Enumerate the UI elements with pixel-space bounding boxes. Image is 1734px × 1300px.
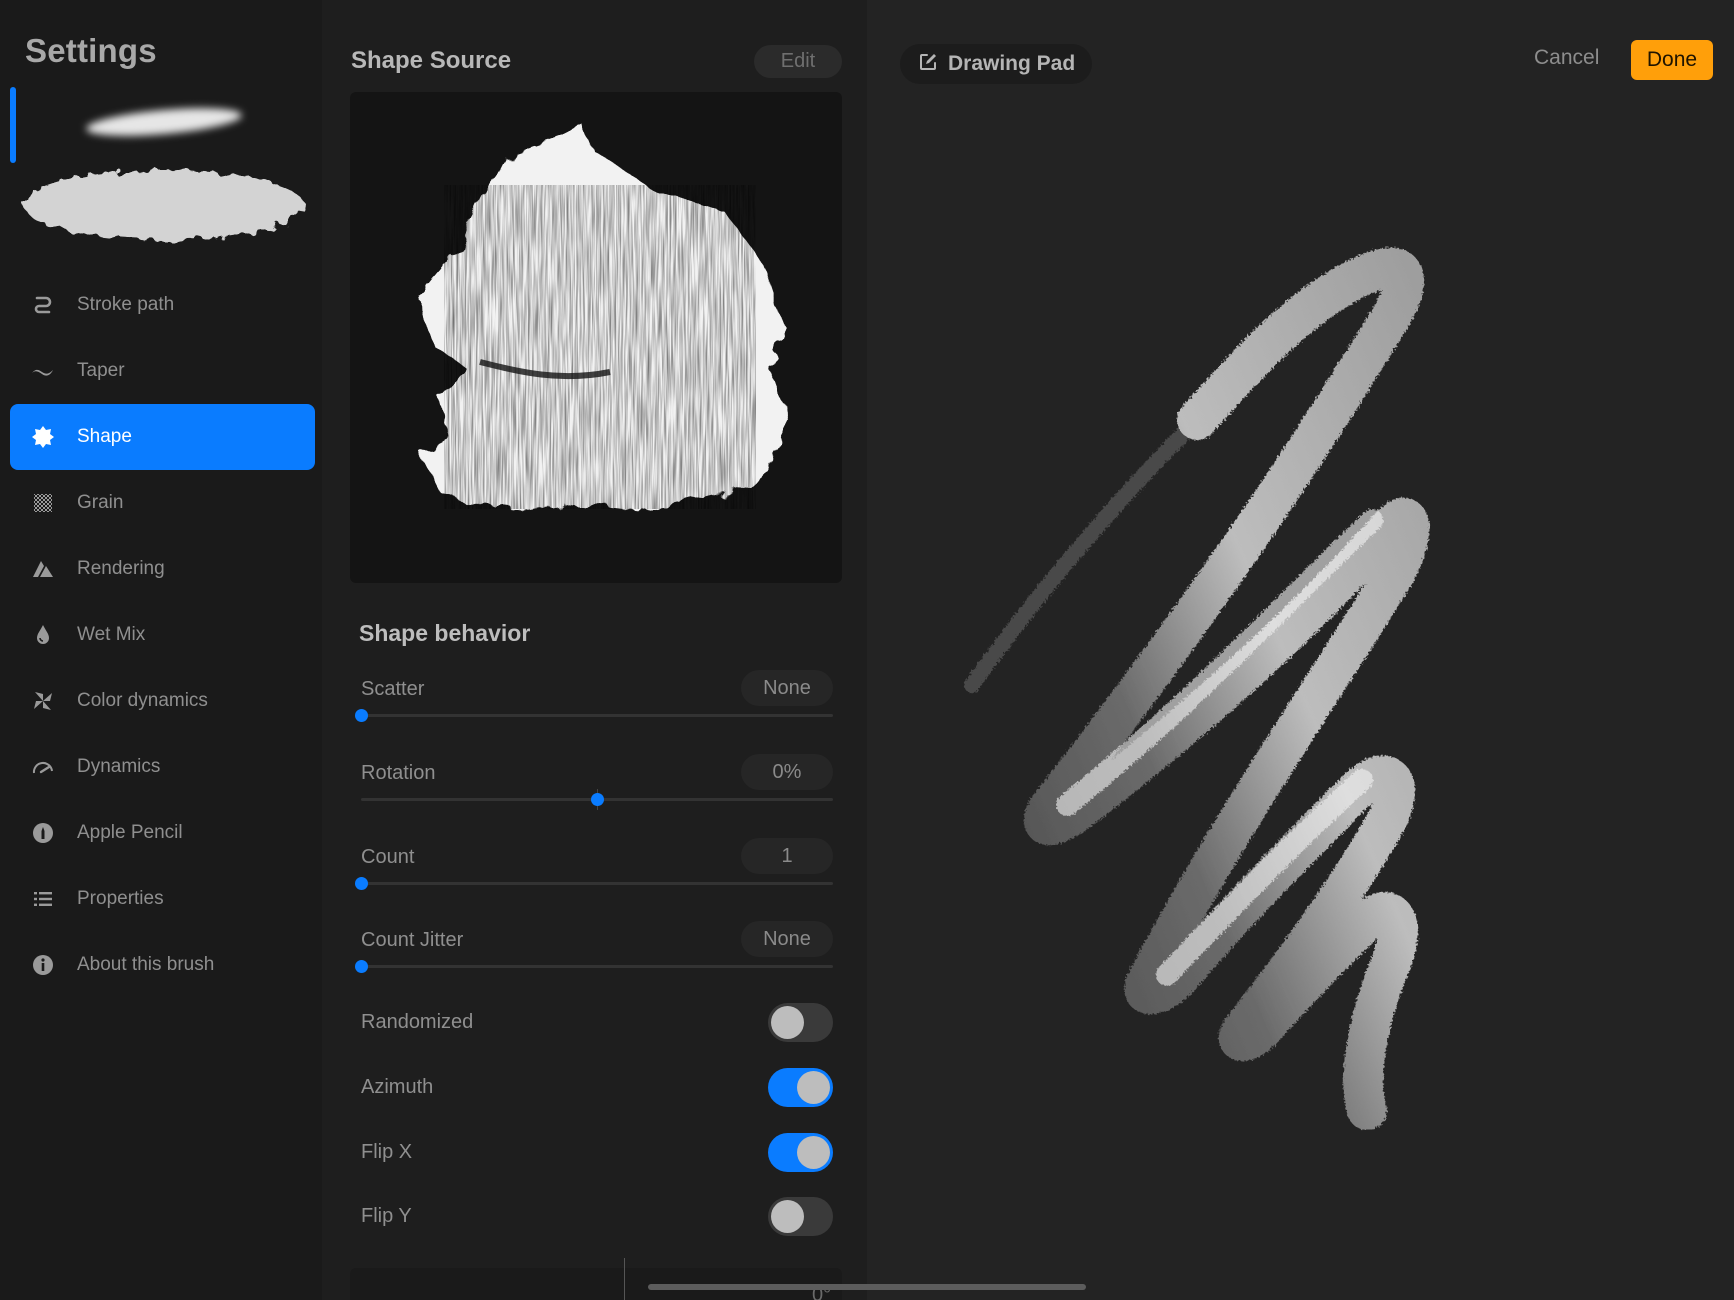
card-divider: [624, 1258, 625, 1300]
sidebar-item-label: Grain: [77, 492, 124, 513]
sidebar-item-properties[interactable]: Properties: [10, 866, 315, 932]
sidebar-title: Settings: [25, 32, 157, 69]
count-value[interactable]: 1: [741, 838, 833, 874]
randomized-toggle[interactable]: [768, 1003, 833, 1042]
randomized-row: Randomized: [361, 1003, 833, 1043]
rotation-label: Rotation: [361, 762, 436, 784]
scatter-value[interactable]: None: [741, 670, 833, 706]
brush-stroke-preview: [86, 108, 242, 136]
wet-mix-icon: [31, 623, 55, 647]
sidebar-item-color-dynamics[interactable]: Color dynamics: [10, 668, 315, 734]
brush-stroke: [1024, 247, 1430, 1130]
sidebar-item-shape[interactable]: Shape: [10, 404, 315, 470]
sidebar-item-label: Dynamics: [77, 756, 161, 777]
shape-icon: [31, 425, 55, 449]
sidebar-item-label: Rendering: [77, 558, 165, 579]
dynamics-icon: [31, 755, 55, 779]
toggle-knob: [771, 1200, 804, 1233]
count-jitter-slider[interactable]: [355, 960, 833, 973]
edit-shape-source-button[interactable]: Edit: [754, 45, 842, 78]
rotation-slider-row: Rotation 0%: [361, 754, 833, 832]
brush-preview[interactable]: [14, 90, 314, 250]
count-jitter-slider-row: Count Jitter None: [355, 921, 833, 999]
drawing-pad-button[interactable]: Drawing Pad: [900, 44, 1092, 84]
flip-y-row: Flip Y: [361, 1197, 833, 1237]
scatter-slider-row: Scatter None: [355, 670, 833, 748]
toggle-knob: [771, 1006, 804, 1039]
sidebar-item-dynamics[interactable]: Dynamics: [10, 734, 315, 800]
sidebar-item-label: Properties: [77, 888, 164, 909]
sidebar-item-apple-pencil[interactable]: Apple Pencil: [10, 800, 315, 866]
scatter-label: Scatter: [361, 678, 425, 700]
apple-pencil-icon: [31, 821, 55, 845]
flip-x-toggle[interactable]: [768, 1133, 833, 1172]
sidebar-item-label: Wet Mix: [77, 624, 146, 645]
sidebar-item-taper[interactable]: Taper: [10, 338, 315, 404]
sidebar-item-grain[interactable]: Grain: [10, 470, 315, 536]
sidebar-item-label: Stroke path: [77, 294, 175, 315]
sidebar-item-label: Taper: [77, 360, 125, 381]
rotation-slider-thumb[interactable]: [591, 793, 604, 806]
shape-source-preview[interactable]: [350, 92, 842, 583]
count-slider-row: Count 1: [355, 838, 833, 916]
sidebar-item-about-this-brush[interactable]: About this brush: [10, 932, 315, 998]
cancel-button[interactable]: Cancel: [1534, 46, 1599, 70]
settings-sidebar: Settings Stroke path Taper Shape Grain R…: [0, 0, 322, 1300]
sidebar-item-label: Apple Pencil: [77, 822, 183, 843]
azimuth-row: Azimuth: [361, 1068, 833, 1108]
shape-source-title: Shape Source: [351, 47, 512, 74]
sidebar-item-label: Color dynamics: [77, 690, 208, 711]
rotation-value[interactable]: 0%: [741, 754, 833, 790]
shape-source-texture: [470, 212, 730, 482]
count-jitter-label: Count Jitter: [361, 929, 464, 951]
azimuth-toggle[interactable]: [768, 1068, 833, 1107]
drawing-pad: Drawing Pad Cancel Done: [648, 0, 1734, 1300]
flip-x-row: Flip X: [361, 1133, 833, 1173]
scatter-slider[interactable]: [355, 709, 833, 722]
sidebar-item-wet-mix[interactable]: Wet Mix: [10, 602, 315, 668]
count-label: Count: [361, 846, 415, 868]
color-dynamics-icon: [31, 689, 55, 713]
properties-icon: [31, 887, 55, 911]
sidebar-item-rendering[interactable]: Rendering: [10, 536, 315, 602]
home-indicator[interactable]: [648, 1284, 1086, 1290]
toggle-knob: [797, 1071, 830, 1104]
count-jitter-slider-thumb[interactable]: [355, 960, 368, 973]
rotation-slider[interactable]: [361, 789, 833, 810]
flip-y-label: Flip Y: [361, 1205, 412, 1227]
edit-icon: [918, 52, 938, 77]
info-icon: [31, 953, 55, 977]
azimuth-label: Azimuth: [361, 1076, 434, 1098]
stroke-path-icon: [31, 293, 55, 317]
drawing-canvas[interactable]: [867, 100, 1734, 1270]
sidebar-item-label: About this brush: [77, 954, 215, 975]
drawing-pad-label: Drawing Pad: [948, 52, 1076, 75]
scatter-slider-thumb[interactable]: [355, 709, 368, 722]
count-slider[interactable]: [355, 877, 833, 890]
toggle-knob: [797, 1136, 830, 1169]
rendering-icon: [31, 557, 55, 581]
sidebar-item-stroke-path[interactable]: Stroke path: [10, 272, 315, 338]
grain-icon: [31, 491, 55, 515]
sidebar-item-label: Shape: [77, 426, 132, 447]
randomized-label: Randomized: [361, 1011, 474, 1033]
flip-x-label: Flip X: [361, 1141, 413, 1163]
shape-behavior-title: Shape behavior: [359, 620, 531, 646]
count-slider-thumb[interactable]: [355, 877, 368, 890]
flip-y-toggle[interactable]: [768, 1197, 833, 1236]
done-button[interactable]: Done: [1631, 40, 1713, 80]
count-jitter-value[interactable]: None: [741, 921, 833, 957]
taper-icon: [31, 359, 55, 383]
shape-settings-panel: Shape Source Edit Shape behavior Scatter…: [322, 0, 867, 1300]
settings-nav: Stroke path Taper Shape Grain Rendering …: [10, 272, 315, 998]
brush-stamp-preview: [24, 170, 304, 240]
